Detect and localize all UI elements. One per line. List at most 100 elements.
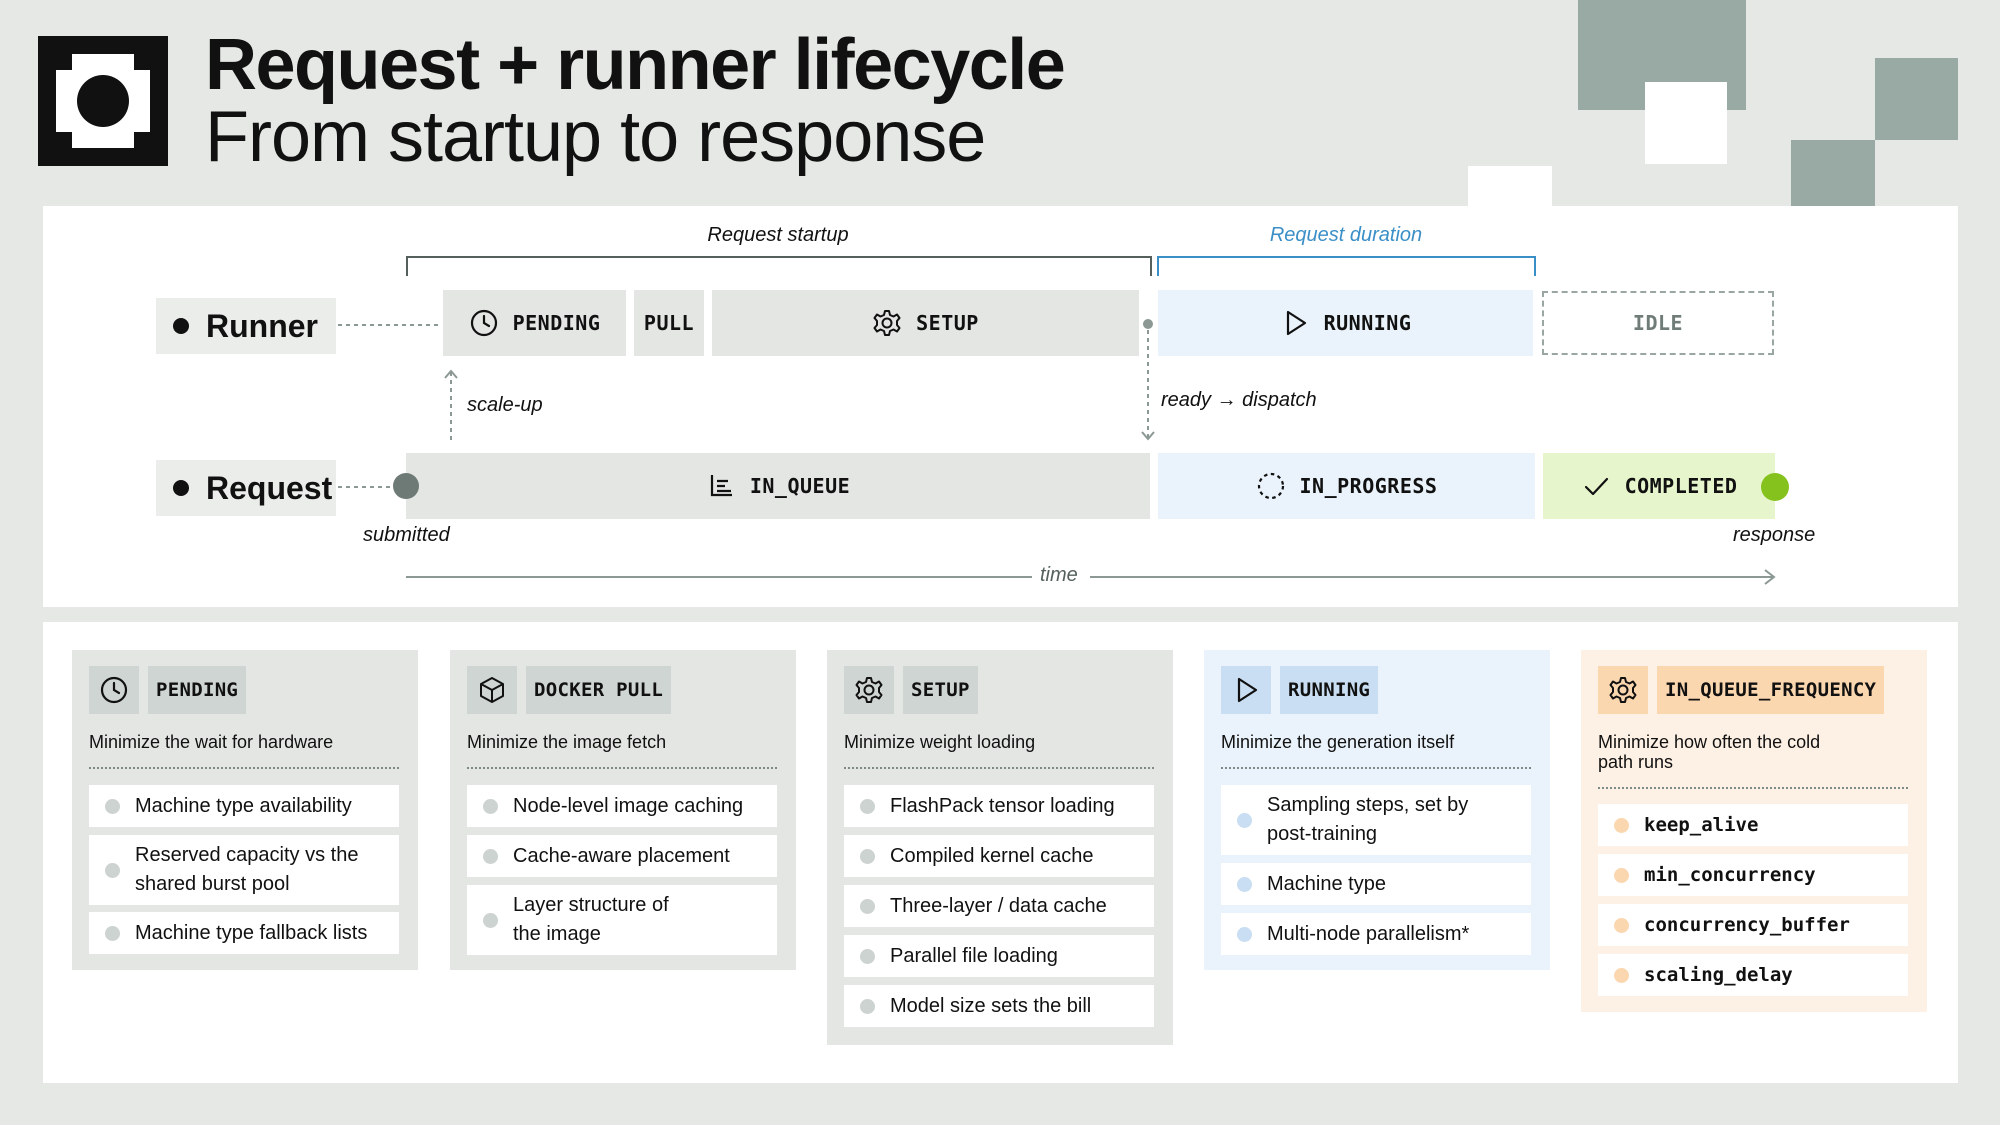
list-item: Three-layer / data cache bbox=[844, 885, 1154, 927]
card-icon-box bbox=[467, 666, 517, 714]
stage-running-label: RUNNING bbox=[1323, 311, 1412, 335]
card-subtitle: Minimize the image fetch bbox=[467, 732, 667, 752]
bullet-icon bbox=[1237, 876, 1252, 892]
bullet-icon bbox=[173, 318, 189, 334]
bullet-icon bbox=[860, 998, 875, 1014]
card-title: RUNNING bbox=[1280, 666, 1379, 714]
annotation-scale-up: scale-up bbox=[467, 394, 543, 416]
response-dot bbox=[1761, 473, 1789, 501]
check-icon bbox=[1584, 477, 1608, 496]
annotation-ready-dispatch: ready → dispatch bbox=[1161, 389, 1317, 411]
bullet-icon bbox=[1237, 812, 1252, 828]
axis-label-time: time bbox=[1040, 564, 1078, 586]
card-running: RUNNING Minimize the generation itself S… bbox=[1204, 650, 1550, 970]
bullet-icon bbox=[860, 948, 875, 964]
list-item-text: concurrency_buffer bbox=[1644, 913, 1850, 936]
list-item: min_concurrency bbox=[1598, 854, 1908, 896]
connector-line bbox=[338, 486, 394, 488]
stage-in-progress: IN_PROGRESS bbox=[1158, 453, 1535, 519]
play-icon bbox=[1286, 310, 1306, 336]
bullet-icon bbox=[105, 925, 120, 941]
list-item: concurrency_buffer bbox=[1598, 904, 1908, 946]
stage-running: RUNNING bbox=[1158, 290, 1533, 356]
annotation-submitted: submitted bbox=[363, 524, 450, 546]
bullet-icon bbox=[483, 912, 498, 928]
card-icon-box bbox=[89, 666, 139, 714]
stage-setup: SETUP bbox=[712, 290, 1139, 356]
bracket-label-duration: Request duration bbox=[1269, 224, 1423, 246]
list-item: Machine type bbox=[1221, 863, 1531, 905]
logo-mark-icon bbox=[38, 36, 168, 166]
card-title: IN_QUEUE_FREQUENCY bbox=[1657, 666, 1885, 714]
queue-icon bbox=[710, 475, 732, 497]
gear-icon bbox=[1609, 677, 1637, 703]
bullet-icon bbox=[173, 480, 189, 496]
list-item: Machine type fallback lists bbox=[89, 912, 399, 954]
brand-logo bbox=[38, 36, 168, 166]
card-subtitle: Minimize how often the cold path runs bbox=[1598, 732, 1821, 772]
list-item: FlashPack tensor loading bbox=[844, 785, 1154, 827]
bracket-duration bbox=[1157, 256, 1536, 276]
card-subtitle: Minimize the wait for hardware bbox=[89, 732, 334, 752]
scale-up-arrow bbox=[444, 369, 458, 440]
bullet-icon bbox=[860, 798, 875, 814]
dotted-divider bbox=[1221, 767, 1531, 769]
list-item-text: Cache-aware placement bbox=[513, 844, 730, 867]
spinner-icon bbox=[1257, 472, 1284, 500]
connector-line bbox=[338, 324, 442, 326]
list-item: Parallel file loading bbox=[844, 935, 1154, 977]
clock-icon bbox=[100, 676, 128, 704]
card-title: DOCKER PULL bbox=[526, 666, 672, 714]
card-icon-box bbox=[1598, 666, 1648, 714]
stage-pull: PULL bbox=[634, 290, 704, 356]
list-item-text: min_concurrency bbox=[1644, 863, 1816, 886]
card-icon-box bbox=[844, 666, 894, 714]
list-item-text: Model size sets the bill bbox=[890, 994, 1092, 1017]
stage-in-queue-label: IN_QUEUE bbox=[749, 474, 851, 498]
list-item: Machine type availability bbox=[89, 785, 399, 827]
list-item-text: Parallel file loading bbox=[890, 944, 1058, 967]
list-item-text: Three-layer / data cache bbox=[890, 894, 1107, 917]
bracket-label-startup: Request startup bbox=[707, 224, 849, 246]
list-item: Multi-node parallelism* bbox=[1221, 913, 1531, 955]
list-item-text: Sampling steps, set by post-training bbox=[1267, 794, 1469, 845]
list-item: Compiled kernel cache bbox=[844, 835, 1154, 877]
bullet-icon bbox=[860, 848, 875, 864]
play-icon bbox=[1237, 677, 1258, 703]
list-item: Sampling steps, set by post-training bbox=[1221, 785, 1531, 855]
dotted-divider bbox=[89, 767, 399, 769]
bullet-icon bbox=[105, 798, 120, 814]
row-label-request: Request bbox=[156, 460, 336, 516]
list-item: Cache-aware placement bbox=[467, 835, 777, 877]
page-subtitle: From startup to response bbox=[205, 97, 986, 177]
annotation-response: response bbox=[1733, 524, 1816, 546]
stage-completed: COMPLETED bbox=[1543, 453, 1775, 519]
bullet-icon bbox=[483, 848, 498, 864]
bracket-startup bbox=[406, 256, 1152, 276]
stage-idle-label: IDLE bbox=[1632, 311, 1684, 335]
bullet-icon bbox=[1614, 867, 1629, 883]
bullet-icon bbox=[105, 862, 120, 878]
bullet-icon bbox=[1614, 917, 1629, 933]
gear-icon bbox=[873, 310, 901, 336]
bullet-icon bbox=[483, 798, 498, 814]
page-title: Request + runner lifecycle bbox=[205, 25, 1066, 105]
card-in-queue-frequency: IN_QUEUE_FREQUENCY Minimize how often th… bbox=[1581, 650, 1927, 1012]
card-pending: PENDING Minimize the wait for hardware M… bbox=[72, 650, 418, 970]
list-item: Node-level image caching bbox=[467, 785, 777, 827]
stage-idle: IDLE bbox=[1542, 291, 1774, 355]
row-label-text: Request bbox=[206, 469, 333, 506]
stage-pending: PENDING bbox=[443, 290, 626, 356]
list-item-text: Compiled kernel cache bbox=[890, 844, 1094, 867]
card-title: SETUP bbox=[903, 666, 978, 714]
card-setup: SETUP Minimize weight loading FlashPack … bbox=[827, 650, 1173, 1045]
list-item: scaling_delay bbox=[1598, 954, 1908, 996]
list-item-text: scaling_delay bbox=[1644, 963, 1793, 986]
list-item-text: Machine type fallback lists bbox=[135, 921, 368, 944]
card-icon-box bbox=[1221, 666, 1271, 714]
stage-pending-label: PENDING bbox=[512, 311, 601, 335]
list-item-text: Node-level image caching bbox=[513, 794, 744, 817]
bullet-icon bbox=[1237, 926, 1252, 942]
card-docker-pull: DOCKER PULL Minimize the image fetch Nod… bbox=[450, 650, 796, 970]
list-item-text: Multi-node parallelism* bbox=[1267, 922, 1470, 945]
